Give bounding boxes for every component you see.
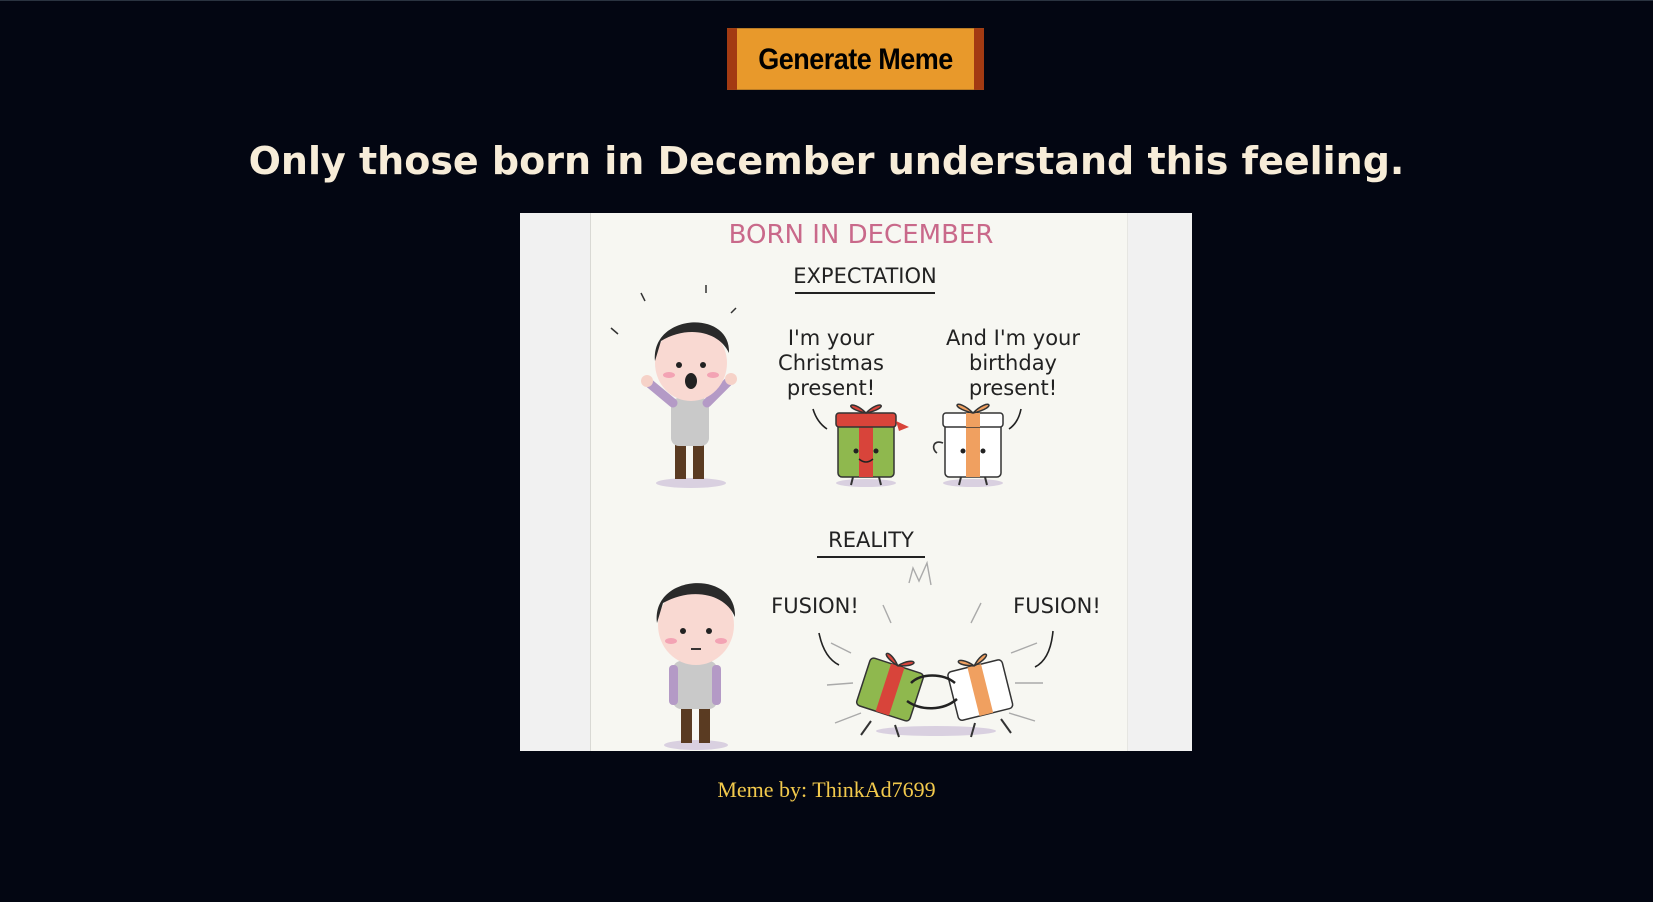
excitement-marks (610, 285, 737, 335)
comic-heading: BORN IN DECEMBER (729, 220, 994, 250)
generate-meme-button[interactable]: Generate Meme (727, 28, 984, 90)
birthday-speech-line1: And I'm your (946, 326, 1080, 350)
reality-label: REALITY (828, 528, 914, 552)
expectation-label: EXPECTATION (793, 264, 936, 288)
meme-title: Only those born in December understand t… (248, 139, 1405, 183)
happy-boy-figure (641, 322, 737, 488)
birthday-speech-line3: present! (969, 376, 1057, 400)
meme-credit: Meme by: ThinkAd7699 (717, 777, 936, 802)
birthday-speech-line2: birthday (969, 351, 1057, 375)
meme-image: BORN IN DECEMBER EXPECTATION I'm your Ch… (520, 213, 1192, 751)
fusion-left-text: FUSION! (771, 594, 859, 618)
sad-boy-figure (656, 583, 736, 750)
christmas-speech-line3: present! (787, 376, 875, 400)
christmas-speech-line2: Christmas (778, 351, 884, 375)
birthday-gift-character (932, 403, 1004, 487)
christmas-speech-line1: I'm your (788, 326, 875, 350)
fusion-right-text: FUSION! (1013, 594, 1101, 618)
comic-illustration: BORN IN DECEMBER EXPECTATION I'm your Ch… (610, 220, 1101, 750)
comic-panel: BORN IN DECEMBER EXPECTATION I'm your Ch… (590, 213, 1128, 751)
christmas-gift-character (835, 404, 909, 487)
fused-gifts (855, 652, 1014, 738)
